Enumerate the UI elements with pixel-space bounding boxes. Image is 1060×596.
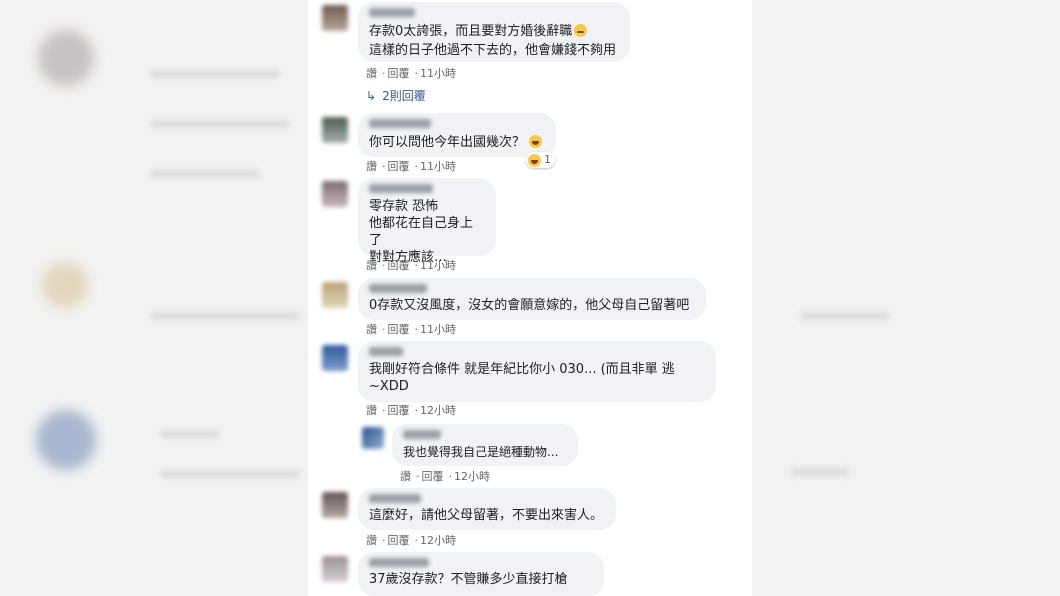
like-link[interactable]: 讚 [366,67,377,80]
comment-bubble: 我剛好符合條件 就是年紀比你小 030... (而且非單 逃 ~XDD [358,341,716,402]
separator-dot: · [382,259,386,272]
separator-dot: · [414,160,419,173]
commenter-name[interactable] [369,284,427,293]
commenter-name[interactable] [369,119,431,128]
comment-bubble: 0存款又沒風度，沒女的會願意嫁的，他父母自己留著吧 [358,278,706,320]
commenter-name[interactable] [403,430,441,439]
commenter-name[interactable] [369,494,421,503]
comment-bubble: 37歲沒存款？不管賺多少直接打槍 [358,552,604,596]
avatar[interactable] [322,345,348,371]
comment-actions: 讚 · 回覆 · 11小時 [366,323,458,337]
reply-link[interactable]: 回覆 [388,67,410,80]
reply-arrow-icon: ↳ [366,89,377,103]
comment-bubble: 存款0太誇張，而且要對方婚後辭職 這樣的日子他過不下去的，他會嫌錢不夠用 [358,2,630,62]
blurred-text [150,70,280,78]
reaction-count: 1 [544,153,551,166]
like-link[interactable]: 讚 [366,404,377,417]
commenter-name[interactable] [369,347,403,356]
comment-bubble: 你可以問他今年出國幾次？ [358,113,556,157]
comment-actions: 讚 · 回覆 · 12小時 [366,534,458,548]
comment-bubble: 零存款 恐怖 他都花在自己身上了 對對方應該… [358,178,496,265]
smile-emoji-icon [574,24,588,37]
like-link[interactable]: 讚 [366,534,377,547]
separator-dot: · [448,470,453,483]
separator-dot: · [382,404,386,417]
blurred-text [160,430,220,438]
blurred-text [150,120,290,128]
avatar[interactable] [322,556,348,582]
commenter-name[interactable] [369,8,415,17]
blurred-avatar [38,30,94,86]
separator-dot: · [414,259,419,272]
separator-dot: · [382,160,386,173]
comment-actions: 讚 · 回覆 · 11小時 [366,67,458,81]
separator-dot: · [382,323,386,336]
blurred-avatar [42,262,88,308]
timestamp[interactable]: 11小時 [420,67,456,80]
comment-actions: 讚 · 回覆 · 11小時 [366,160,458,174]
avatar[interactable] [362,427,384,449]
timestamp[interactable]: 11小時 [420,160,456,173]
comment-text: 你可以問他今年出國幾次？ [369,133,545,152]
avatar[interactable] [322,181,348,207]
separator-dot: · [382,534,386,547]
avatar[interactable] [322,282,348,308]
like-link[interactable]: 讚 [400,470,411,483]
comment-text: 37歲沒存款？不管賺多少直接打槍 [369,572,568,587]
commenter-name[interactable] [369,184,433,193]
comment-text: 存款0太誇張，而且要對方婚後辭職 這樣的日子他過不下去的，他會嫌錢不夠用 [369,24,617,58]
like-link[interactable]: 讚 [366,259,377,272]
view-replies-link[interactable]: ↳ 2則回覆 [366,88,426,104]
separator-dot: · [416,470,420,483]
avatar[interactable] [322,117,348,143]
comment-text: 零存款 恐怖 他都花在自己身上了 對對方應該… [369,199,474,265]
comment-text: 我也覺得我自己是絕種動物... [403,445,559,459]
blurred-text [150,312,300,320]
laugh-emoji-icon [529,135,543,148]
timestamp[interactable]: 12小時 [454,470,490,483]
reply-link[interactable]: 回覆 [388,323,410,336]
avatar[interactable] [322,5,348,31]
blurred-text [160,470,300,478]
timestamp[interactable]: 12小時 [420,404,456,417]
timestamp[interactable]: 12小時 [420,534,456,547]
like-link[interactable]: 讚 [366,160,377,173]
haha-reaction-icon [528,153,541,167]
blurred-text [800,312,890,320]
separator-dot: · [414,534,419,547]
reaction-badge[interactable]: 1 [526,152,555,168]
avatar[interactable] [322,492,348,518]
reply-link[interactable]: 回覆 [388,259,410,272]
blurred-text [790,468,850,476]
comment-bubble: 這麼好，請他父母留著，不要出來害人。 [358,488,616,530]
comment-text: 這麼好，請他父母留著，不要出來害人。 [369,508,604,523]
separator-dot: · [414,323,419,336]
commenter-name[interactable] [369,558,429,567]
reply-link[interactable]: 回覆 [388,404,410,417]
comment-actions: 讚 · 回覆 · 12小時 [366,404,458,418]
comment-text: 0存款又沒風度，沒女的會願意嫁的，他父母自己留著吧 [369,298,690,313]
reply-link[interactable]: 回覆 [388,160,410,173]
comment-panel: 存款0太誇張，而且要對方婚後辭職 這樣的日子他過不下去的，他會嫌錢不夠用 讚 · 回覆… [308,0,752,596]
comment-text: 我剛好符合條件 就是年紀比你小 030... (而且非單 逃 ~XDD [369,362,675,394]
reply-link[interactable]: 回覆 [422,470,444,483]
comment-actions: 讚 · 回覆 · 11小時 [366,259,458,273]
timestamp[interactable]: 11小時 [420,259,456,272]
blurred-text [150,170,260,178]
reply-link[interactable]: 回覆 [388,534,410,547]
separator-dot: · [414,67,419,80]
separator-dot: · [414,404,419,417]
like-link[interactable]: 讚 [366,323,377,336]
comment-actions: 讚 · 回覆 · 12小時 [400,470,492,484]
view-replies-label: 2則回覆 [382,89,426,103]
blurred-avatar [36,410,96,470]
separator-dot: · [382,67,386,80]
timestamp[interactable]: 11小時 [420,323,456,336]
reply-bubble: 我也覺得我自己是絕種動物... [392,424,578,466]
